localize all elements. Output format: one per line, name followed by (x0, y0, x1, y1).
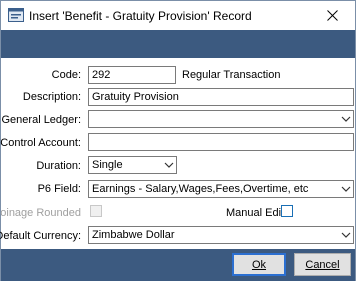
cancel-button[interactable]: Cancel (294, 253, 351, 276)
default-currency-dropdown[interactable]: Zimbabwe Dollar (88, 226, 354, 244)
code-field[interactable]: 292 (88, 66, 176, 84)
close-icon (327, 10, 338, 21)
description-field[interactable]: Gratuity Provision (88, 88, 354, 106)
p6-field-value: Earnings - Salary,Wages,Fees,Overtime, e… (92, 183, 309, 195)
p6-field-dropdown[interactable]: Earnings - Salary,Wages,Fees,Overtime, e… (88, 180, 354, 198)
app-window-icon (8, 8, 24, 22)
title-bar[interactable]: Insert 'Benefit - Gratuity Provision' Re… (1, 1, 355, 30)
general-ledger-dropdown[interactable] (88, 110, 354, 128)
coinage-rounded-label: Coinage Rounded (0, 207, 81, 219)
manual-edit-checkbox[interactable] (281, 205, 293, 217)
code-label: Code: (51, 69, 81, 81)
header-band (1, 30, 355, 58)
chevron-down-icon (164, 162, 174, 168)
dialog-window: Insert 'Benefit - Gratuity Provision' Re… (0, 0, 356, 281)
default-currency-label: Default Currency: (0, 230, 81, 242)
close-button[interactable] (310, 1, 355, 30)
ok-button[interactable]: Ok (232, 253, 286, 276)
manual-edit-label: Manual Edit (226, 207, 285, 219)
p6-field-label: P6 Field: (37, 183, 81, 195)
chevron-down-icon (341, 232, 351, 238)
chevron-down-icon (341, 116, 351, 122)
transaction-type-text: Regular Transaction (182, 69, 281, 81)
duration-value: Single (92, 159, 123, 171)
duration-label: Duration: (36, 160, 81, 172)
duration-dropdown[interactable]: Single (88, 156, 177, 174)
control-account-label: Control Account: (0, 137, 81, 149)
window-title: Insert 'Benefit - Gratuity Provision' Re… (29, 9, 252, 23)
default-currency-value: Zimbabwe Dollar (92, 229, 175, 241)
general-ledger-label: General Ledger: (1, 114, 82, 126)
description-label: Description: (22, 91, 81, 103)
chevron-down-icon (341, 186, 351, 192)
control-account-field[interactable] (88, 133, 354, 151)
cancel-button-label: Cancel (305, 258, 340, 271)
ok-button-label: Ok (251, 258, 267, 271)
coinage-rounded-checkbox[interactable] (90, 205, 102, 217)
